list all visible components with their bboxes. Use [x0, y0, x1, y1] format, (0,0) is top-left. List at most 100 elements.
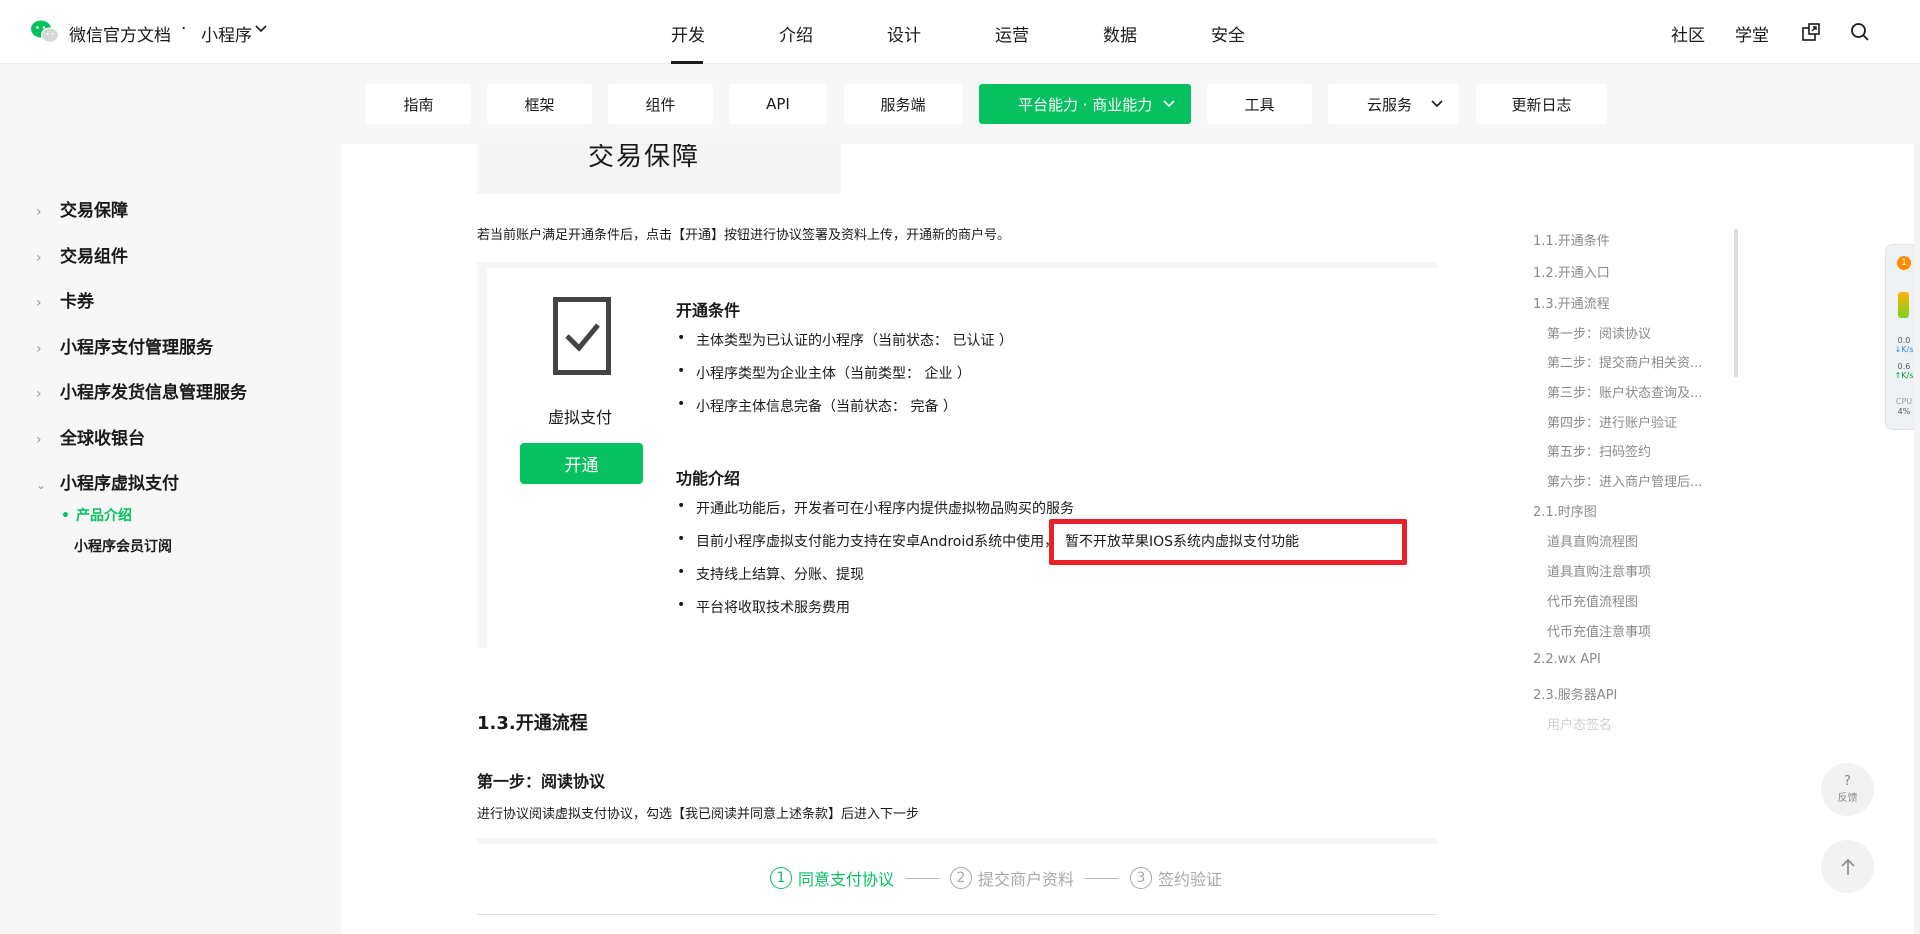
conditions-title: 开通条件 — [676, 301, 741, 320]
chevron-down-icon — [1163, 100, 1175, 108]
nav-tab-security[interactable]: 安全 — [1211, 21, 1245, 46]
sub-navigation-bar: 指南 框架 组件 API 服务端 平台能力 · 商业能力 工具 云服务 更新日志 — [0, 64, 1920, 144]
step-label: 签约验证 — [1158, 870, 1223, 889]
steps-panel-bottom — [477, 914, 1437, 915]
nav-tab-operations[interactable]: 运营 — [995, 21, 1029, 46]
toc-subitem[interactable]: 第四步：进行账户验证 — [1547, 412, 1677, 431]
nav-tab-design[interactable]: 设计 — [887, 21, 921, 46]
step-label: 同意支付协议 — [798, 870, 895, 889]
toc-subitem[interactable]: 第六步：进入商户管理后... — [1547, 471, 1702, 490]
chevron-right-icon: › — [36, 250, 42, 266]
toc-subitem[interactable]: 第二步：提交商户相关资... — [1547, 352, 1702, 371]
subnav-cloud-services[interactable]: 云服务 — [1328, 84, 1459, 124]
memory-gauge — [1898, 292, 1909, 318]
condition-item: 主体类型为已认证的小程序（当前状态： 已认证 ） — [677, 330, 1013, 350]
chevron-down-icon — [1431, 100, 1443, 108]
toc-item[interactable]: 2.3.服务器API — [1533, 684, 1617, 703]
subnav-platform-capabilities[interactable]: 平台能力 · 商业能力 — [979, 84, 1191, 124]
active-tab-indicator — [671, 61, 703, 64]
toc-subitem[interactable]: 代币充值注意事项 — [1547, 621, 1651, 640]
arrow-up-icon — [1840, 858, 1855, 875]
sidebar-item-trade-guarantee[interactable]: › 交易保障 — [36, 196, 128, 221]
chevron-right-icon: › — [36, 341, 42, 357]
sidebar-subitem-member-subscription[interactable]: 小程序会员订阅 — [74, 536, 172, 556]
product-selector[interactable]: 小程序 — [201, 21, 252, 46]
sidebar-item-global-checkout[interactable]: › 全球收银台 — [36, 424, 145, 449]
subnav-guide[interactable]: 指南 — [366, 84, 471, 124]
search-icon[interactable] — [1850, 22, 1870, 42]
section-heading-opening-process: 1.3.开通流程 — [477, 713, 588, 734]
question-icon: ? — [1844, 774, 1851, 789]
feature-item: 目前小程序虚拟支付能力支持在安卓Android系统中使用， — [677, 531, 1058, 551]
open-button[interactable]: 开通 — [520, 443, 643, 484]
nav-tab-intro[interactable]: 介绍 — [779, 21, 813, 46]
subnav-components[interactable]: 组件 — [608, 84, 713, 124]
subnav-cloud-services-label: 云服务 — [1367, 95, 1413, 114]
virtual-payment-label: 虚拟支付 — [548, 408, 613, 427]
academy-link[interactable]: 学堂 — [1735, 21, 1769, 46]
left-sidebar: › 交易保障 › 交易组件 › 卡券 › 小程序支付管理服务 › 小程序发货信息管理服务 … — [0, 144, 341, 934]
step-agree-agreement: 1 同意支付协议 — [770, 866, 894, 890]
sidebar-item-coupons[interactable]: › 卡券 — [36, 287, 94, 312]
community-link[interactable]: 社区 — [1671, 21, 1705, 46]
subnav-platform-capabilities-label: 平台能力 · 商业能力 — [1018, 95, 1153, 114]
toc-scrollbar[interactable] — [1734, 229, 1738, 377]
sidebar-item-shipping-info[interactable]: › 小程序发货信息管理服务 — [36, 378, 247, 403]
wechat-logo-icon[interactable] — [30, 19, 60, 45]
toc-subitem[interactable]: 第一步：阅读协议 — [1547, 323, 1651, 342]
subnav-api[interactable]: API — [729, 84, 827, 124]
toc-subitem[interactable]: 道具直购注意事项 — [1547, 561, 1651, 580]
subnav-server[interactable]: 服务端 — [844, 84, 962, 124]
feedback-label: 反馈 — [1837, 793, 1858, 804]
notification-badge: 1 — [1897, 256, 1911, 270]
step-number: 3 — [1130, 867, 1152, 889]
intro-paragraph: 若当前账户满足开通条件后，点击【开通】按钮进行协议签署及资料上传，开通新的商户号… — [477, 228, 1011, 243]
top-navigation-bar: 微信官方文档 · 小程序 开发 介绍 设计 运营 数据 安全 社区 学堂 — [0, 0, 1920, 64]
step-number: 1 — [770, 867, 792, 889]
toc-subitem[interactable]: 代币充值流程图 — [1547, 591, 1638, 610]
nav-tab-data[interactable]: 数据 — [1103, 21, 1137, 46]
feature-item: 开通此功能后，开发者可在小程序内提供虚拟物品购买的服务 — [677, 498, 1074, 518]
sidebar-subitem-product-intro[interactable]: • 产品介绍 — [61, 505, 132, 525]
chevron-right-icon: › — [36, 204, 42, 220]
feedback-button[interactable]: ? 反馈 — [1821, 763, 1874, 816]
chevron-right-icon: › — [36, 432, 42, 448]
sidebar-item-payment-management[interactable]: › 小程序支付管理服务 — [36, 333, 213, 358]
chevron-down-icon[interactable] — [255, 24, 267, 34]
chevron-right-icon: › — [36, 386, 42, 402]
toc-item[interactable]: 1.2.开通入口 — [1533, 262, 1610, 281]
toc-item[interactable]: 1.3.开通流程 — [1533, 293, 1610, 312]
nav-tab-develop[interactable]: 开发 — [671, 21, 705, 46]
features-title: 功能介绍 — [676, 469, 741, 488]
sidebar-item-virtual-payment[interactable]: ⌄ 小程序虚拟支付 — [36, 469, 179, 494]
sidebar-item-trade-components[interactable]: › 交易组件 — [36, 242, 128, 267]
brand-separator: · — [181, 19, 187, 39]
chevron-right-icon: › — [36, 295, 42, 311]
subnav-framework[interactable]: 框架 — [487, 84, 592, 124]
step1-heading: 第一步：阅读协议 — [477, 772, 606, 791]
step-connector — [905, 878, 939, 879]
toc-subitem[interactable]: 用户态签名 — [1547, 714, 1612, 733]
toc-item[interactable]: 1.1.开通条件 — [1533, 230, 1610, 249]
feature-item: 平台将收取技术服务费用 — [677, 597, 850, 617]
brand-title[interactable]: 微信官方文档 — [69, 21, 171, 46]
ios-unsupported-notice: 暂不开放苹果IOS系统内虚拟支付功能 — [1065, 534, 1300, 550]
miniprogram-devtools-icon[interactable] — [1801, 22, 1821, 42]
condition-item: 小程序类型为企业主体（当前类型： 企业 ） — [677, 363, 971, 383]
toc-item[interactable]: 2.2.wx API — [1533, 652, 1601, 667]
step-connector — [1085, 878, 1119, 879]
toc-subitem[interactable]: 第三步：账户状态查询及... — [1547, 382, 1702, 401]
toc-subitem[interactable]: 道具直购流程图 — [1547, 531, 1638, 550]
subnav-tools[interactable]: 工具 — [1207, 84, 1312, 124]
active-dot-icon: • — [61, 508, 70, 524]
toc-item[interactable]: 2.1.时序图 — [1533, 501, 1597, 520]
subnav-changelog[interactable]: 更新日志 — [1476, 84, 1607, 124]
steps-panel-top — [477, 838, 1437, 844]
toc-subitem[interactable]: 第五步：扫码签约 — [1547, 441, 1651, 460]
chevron-down-icon: ⌄ — [36, 478, 47, 492]
step-label: 提交商户资料 — [978, 870, 1075, 889]
back-to-top-button[interactable] — [1821, 840, 1874, 893]
step1-description: 进行协议阅读虚拟支付协议，勾选【我已阅读并同意上述条款】后进入下一步 — [477, 807, 920, 822]
feature-item: 支持线上结算、分账、提现 — [677, 564, 864, 584]
step-submit-materials: 2 提交商户资料 — [950, 866, 1074, 890]
